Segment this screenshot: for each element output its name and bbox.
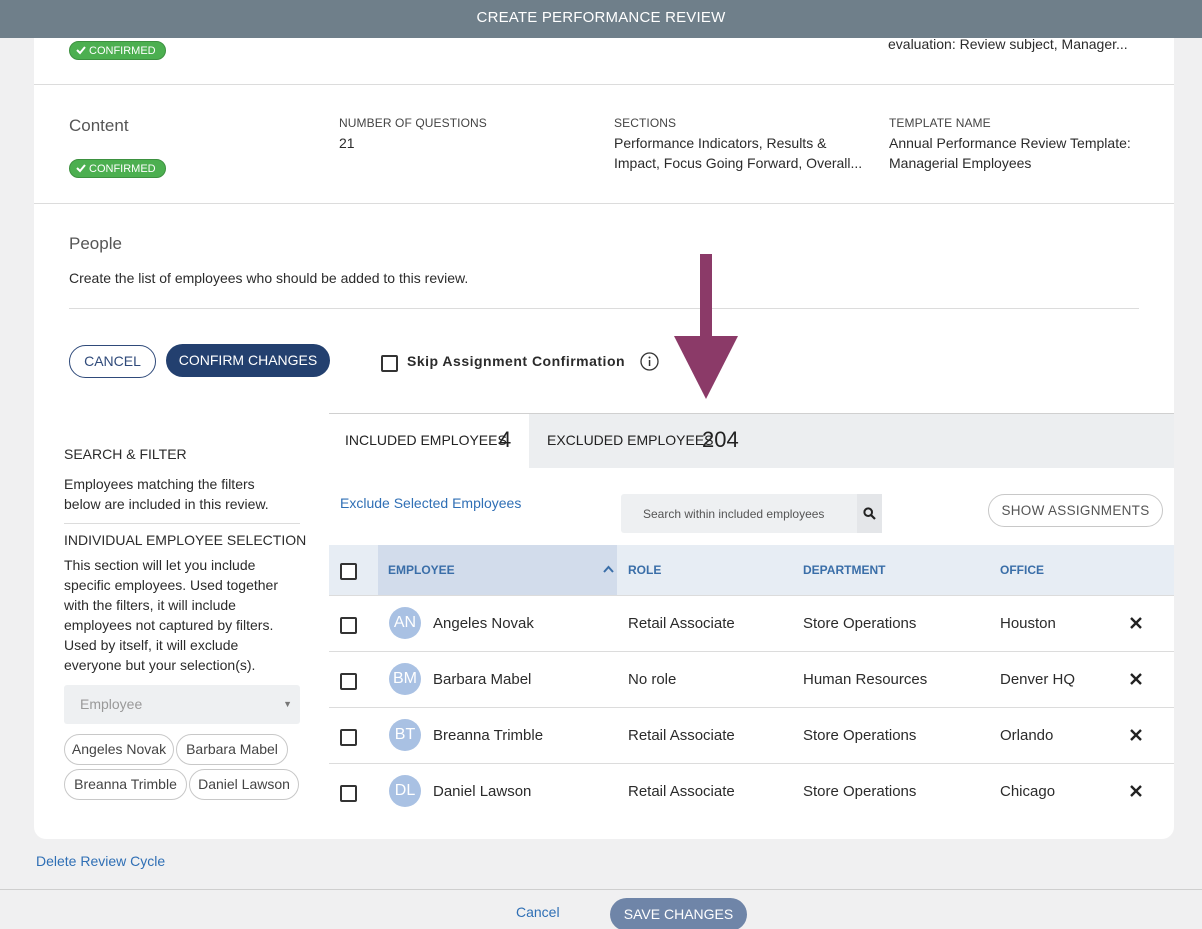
row-checkbox[interactable]: [340, 673, 357, 690]
divider: [64, 523, 300, 524]
search-button[interactable]: [857, 494, 882, 533]
avatar: BT: [389, 719, 421, 751]
employee-role: Retail Associate: [628, 783, 735, 800]
info-icon[interactable]: [640, 352, 659, 371]
employee-pill[interactable]: Barbara Mabel: [176, 734, 288, 765]
row-checkbox[interactable]: [340, 729, 357, 746]
individual-selection-line: everyone but your selection(s).: [64, 657, 256, 673]
save-changes-button[interactable]: SAVE CHANGES: [610, 898, 747, 929]
remove-icon[interactable]: [1129, 784, 1143, 798]
employee-name: Angeles Novak: [433, 615, 534, 632]
avatar: BM: [389, 663, 421, 695]
employee-role: No role: [628, 671, 677, 688]
tab-excluded-employees[interactable]: EXCLUDED EMPLOYEES 204: [529, 413, 769, 468]
search-filter-line2: below are included in this review.: [64, 496, 269, 512]
employee-department: Store Operations: [803, 615, 917, 632]
employee-pill[interactable]: Breanna Trimble: [64, 769, 187, 800]
annotation-arrow-icon: [674, 254, 738, 399]
remove-icon[interactable]: [1129, 672, 1143, 686]
show-assignments-button[interactable]: SHOW ASSIGNMENTS: [988, 494, 1163, 527]
confirm-changes-button[interactable]: CONFIRM CHANGES: [166, 344, 330, 377]
search-filter-heading: SEARCH & FILTER: [64, 446, 187, 462]
delete-review-cycle-link[interactable]: Delete Review Cycle: [36, 853, 165, 869]
skip-confirmation-checkbox[interactable]: [381, 355, 398, 372]
employee-office: Denver HQ: [1000, 671, 1076, 688]
individual-selection-heading: INDIVIDUAL EMPLOYEE SELECTION: [64, 532, 307, 548]
select-all-checkbox[interactable]: [340, 563, 357, 580]
employee-name: Breanna Trimble: [433, 727, 544, 744]
content-confirmed-badge: CONFIRMED: [69, 159, 166, 178]
column-header-role[interactable]: ROLE: [628, 563, 661, 577]
footer-cancel-link[interactable]: Cancel: [516, 904, 560, 920]
employee-office: Houston: [1000, 615, 1056, 632]
row-checkbox[interactable]: [340, 785, 357, 802]
exclude-selected-link[interactable]: Exclude Selected Employees: [340, 495, 521, 511]
check-icon: [76, 46, 86, 55]
sections-value-line1: Performance Indicators, Results &: [614, 135, 827, 151]
content-title: Content: [69, 116, 129, 135]
remove-icon[interactable]: [1129, 616, 1143, 630]
sort-ascending-icon[interactable]: [603, 565, 614, 573]
employee-pill[interactable]: Angeles Novak: [64, 734, 174, 765]
employee-office: Chicago: [1000, 783, 1056, 800]
individual-selection-line: Used by itself, it will exclude: [64, 637, 239, 653]
employee-pill[interactable]: Daniel Lawson: [189, 769, 299, 800]
template-name-label: TEMPLATE NAME: [889, 116, 991, 130]
employee-name: Barbara Mabel: [433, 671, 532, 688]
evaluation-text: evaluation: Review subject, Manager...: [888, 36, 1128, 52]
employee-name: Daniel Lawson: [433, 783, 532, 800]
check-icon: [76, 164, 86, 173]
employee-select[interactable]: Employee ▼: [64, 685, 300, 724]
skip-confirmation-label: Skip Assignment Confirmation: [407, 353, 626, 369]
column-header-employee[interactable]: EMPLOYEE: [388, 563, 455, 577]
confirmed-badge: CONFIRMED: [69, 41, 166, 60]
cancel-button[interactable]: CANCEL: [69, 345, 156, 378]
people-title: People: [69, 234, 122, 253]
sections-label: SECTIONS: [614, 116, 677, 130]
search-filter-line1: Employees matching the filters: [64, 476, 255, 492]
employee-department: Store Operations: [803, 727, 917, 744]
remove-icon[interactable]: [1129, 728, 1143, 742]
template-name-line2: Managerial Employees: [889, 155, 1032, 171]
column-header-department[interactable]: DEPARTMENT: [803, 563, 885, 577]
footer-bar: [0, 889, 1202, 929]
template-name-line1: Annual Performance Review Template:: [889, 135, 1131, 151]
sections-value-line2: Impact, Focus Going Forward, Overall...: [614, 155, 863, 171]
employee-department: Human Resources: [803, 671, 928, 688]
employee-role: Retail Associate: [628, 727, 735, 744]
avatar: AN: [389, 607, 421, 639]
row-divider: [329, 707, 1174, 708]
employee-role: Retail Associate: [628, 615, 735, 632]
row-divider: [329, 595, 1174, 596]
employee-department: Store Operations: [803, 783, 917, 800]
num-questions-value: 21: [339, 135, 355, 151]
caret-down-icon: ▼: [283, 699, 292, 709]
individual-selection-line: with the filters, it will include: [64, 597, 236, 613]
avatar: DL: [389, 775, 421, 807]
divider: [69, 308, 1139, 309]
row-divider: [329, 651, 1174, 652]
divider: [34, 84, 1174, 85]
num-questions-label: NUMBER OF QUESTIONS: [339, 116, 487, 130]
divider: [34, 203, 1174, 204]
employee-office: Orlando: [1000, 727, 1054, 744]
individual-selection-line: This section will let you include: [64, 557, 256, 573]
individual-selection-line: specific employees. Used together: [64, 577, 278, 593]
search-input[interactable]: Search within included employees: [621, 494, 882, 533]
row-divider: [329, 763, 1174, 764]
search-icon: [863, 507, 876, 520]
individual-selection-line: employees not captured by filters.: [64, 617, 274, 633]
column-header-office[interactable]: OFFICE: [1000, 563, 1044, 577]
tab-included-employees[interactable]: INCLUDED EMPLOYEES 4: [329, 413, 529, 468]
people-description: Create the list of employees who should …: [69, 270, 469, 286]
window-title: CREATE PERFORMANCE REVIEW: [0, 0, 1202, 38]
row-checkbox[interactable]: [340, 617, 357, 634]
